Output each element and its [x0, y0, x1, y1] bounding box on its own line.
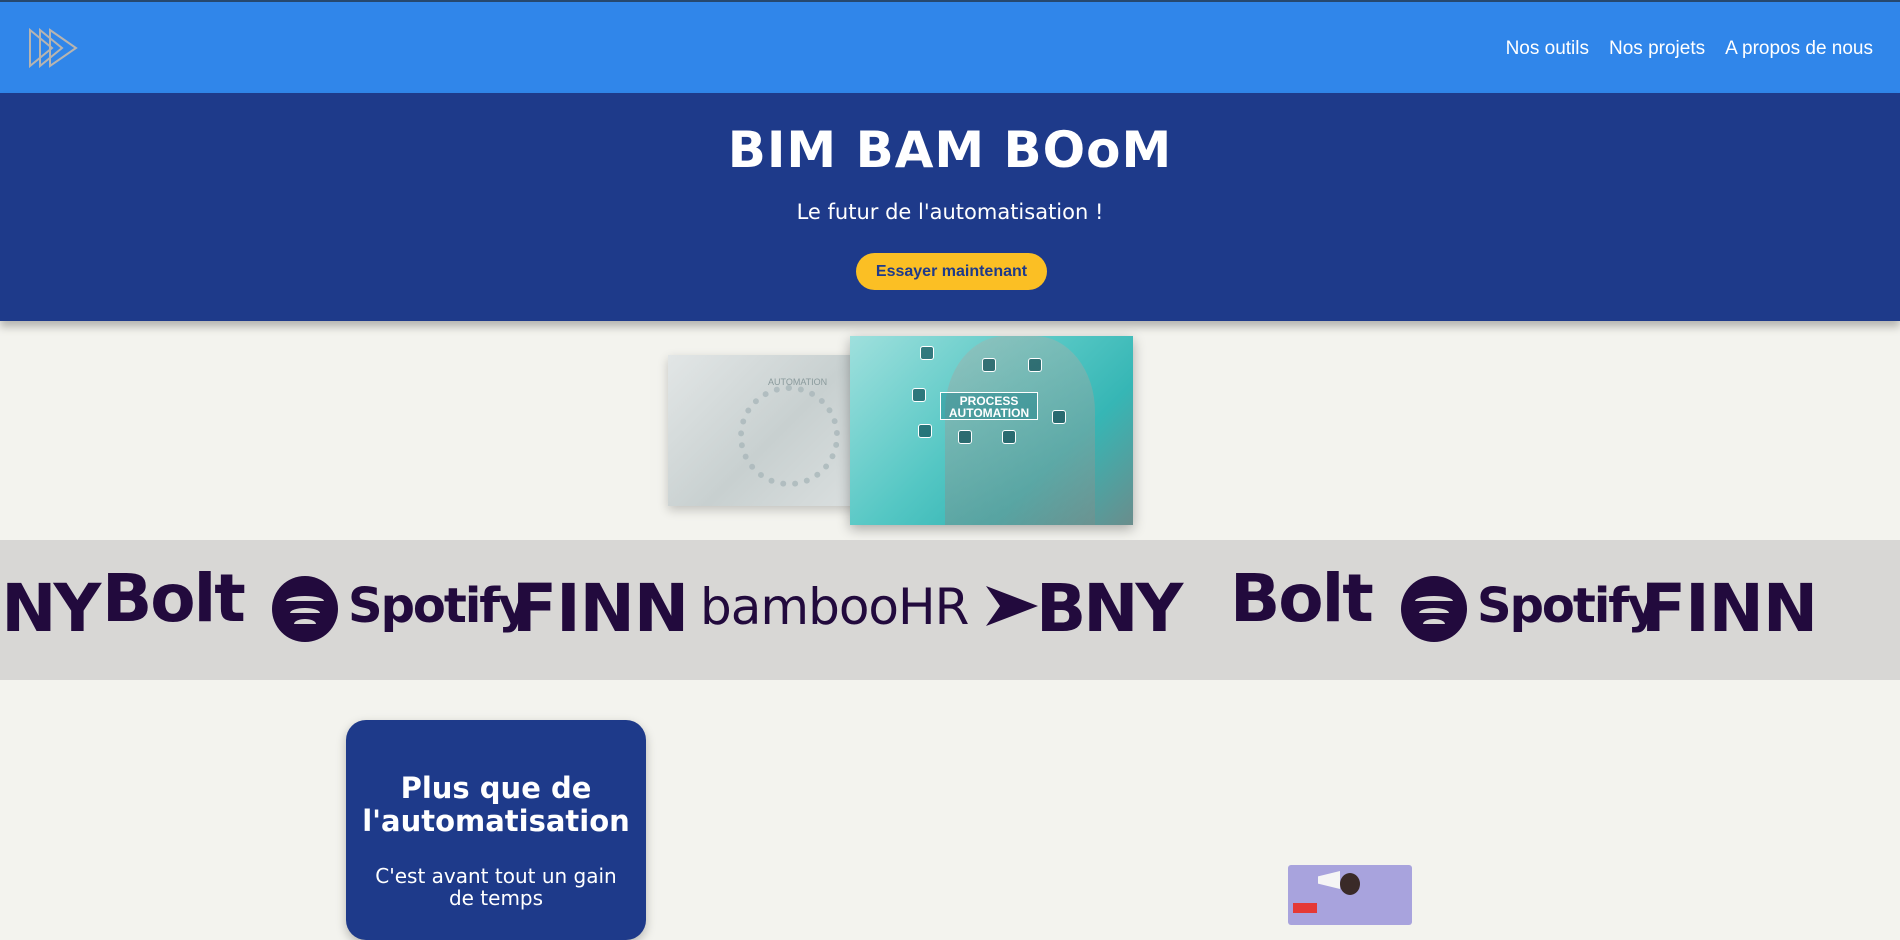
process-icon: [1052, 410, 1066, 424]
feature-card-title: Plus que de l'automatisation: [362, 771, 630, 838]
hero-section: BIM BAM BOoM Le futur de l'automatisatio…: [0, 93, 1900, 321]
try-now-button[interactable]: Essayer maintenant: [856, 253, 1047, 290]
process-icon: [982, 358, 996, 372]
promo-image: [1288, 865, 1412, 925]
brand-logo-band: BNY Bolt Spotify FINN bambooHR BNY Bolt …: [0, 540, 1900, 680]
process-icon: [1002, 430, 1016, 444]
brand-logo-finn: FINN: [1641, 570, 1818, 647]
hero-title: BIM BAM BOoM: [727, 121, 1173, 179]
label-line-2: AUTOMATION: [948, 406, 1030, 420]
nav-link-nos-outils[interactable]: Nos outils: [1506, 38, 1589, 60]
brand-logo-bny: BNY: [1036, 570, 1183, 647]
gear-graphic: [738, 385, 840, 487]
process-icon: [918, 424, 932, 438]
process-automation-image: PROCESS AUTOMATION: [850, 336, 1133, 525]
hero-tagline: Le futur de l'automatisation !: [796, 200, 1104, 224]
feature-card: Plus que de l'automatisation C'est avant…: [346, 720, 646, 940]
process-automation-label: PROCESS AUTOMATION: [940, 392, 1038, 420]
nav-link-a-propos[interactable]: A propos de nous: [1725, 38, 1873, 60]
brand-logo-bamboohr: bambooHR: [700, 578, 969, 636]
process-icon: [958, 430, 972, 444]
spotify-icon: [272, 576, 338, 642]
brand-logo-finn: FINN: [512, 570, 689, 647]
bny-arrow-icon: [986, 586, 1038, 626]
brand-logo-bolt: Bolt: [102, 560, 246, 637]
brand-logo-bny: BNY: [0, 570, 101, 647]
process-icon: [1028, 358, 1042, 372]
main-nav: Nos outils Nos projets A propos de nous: [1506, 38, 1873, 60]
top-navbar: Nos outils Nos projets A propos de nous: [0, 0, 1900, 93]
spotify-icon: [1401, 576, 1467, 642]
feature-card-text: C'est avant tout un gain de temps: [375, 864, 617, 910]
promo-tag: [1293, 903, 1317, 913]
brand-logo-spotify: Spotify: [1477, 578, 1658, 634]
process-icon: [912, 388, 926, 402]
nav-link-nos-projets[interactable]: Nos projets: [1609, 38, 1705, 60]
person-head: [1340, 873, 1360, 895]
process-icon: [920, 346, 934, 360]
brand-logo-spotify: Spotify: [348, 578, 529, 634]
automation-image-label: AUTOMATION: [768, 377, 828, 387]
brand-logo-bolt: Bolt: [1230, 560, 1374, 637]
megaphone-icon: [1318, 871, 1340, 889]
play-logo-icon[interactable]: [28, 28, 80, 68]
